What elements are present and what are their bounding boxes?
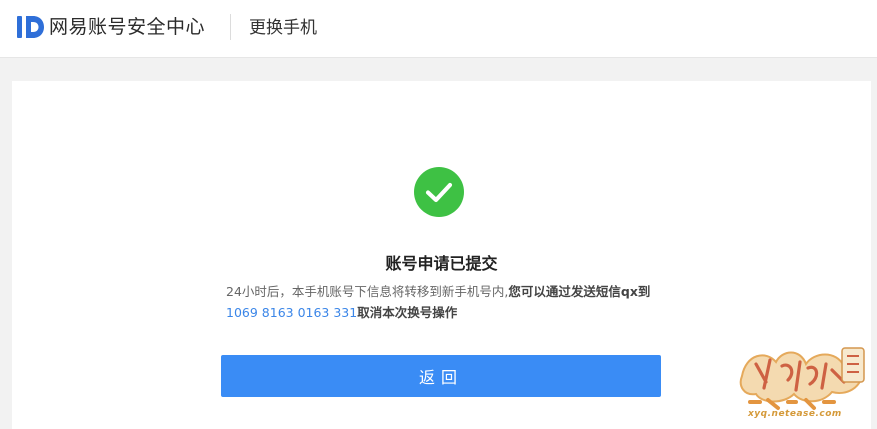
desc-sms-instruction: 您可以通过发送短信qx到 [508, 284, 651, 299]
brand-title[interactable]: 网易账号安全中心 [49, 15, 205, 39]
desc-text: 24小时后，本手机账号下信息将转移到新手机号内, [226, 284, 509, 299]
watermark-url: xyq.netease.com [748, 409, 842, 419]
success-check-icon [414, 167, 464, 217]
back-button[interactable]: 返回 [221, 355, 661, 397]
desc-cancel-text: 取消本次换号操作 [357, 305, 458, 320]
top-header: 网易账号安全中心 更换手机 [0, 0, 877, 58]
header-divider [230, 14, 231, 40]
sms-phone-number: 1069 8163 0163 331 [226, 305, 358, 320]
result-title: 账号申请已提交 [385, 254, 498, 273]
netease-id-logo-icon [17, 16, 44, 38]
result-description: 24小时后，本手机账号下信息将转移到新手机号内,您可以通过发送短信qx到 1069… [226, 281, 672, 323]
page-title: 更换手机 [249, 18, 317, 38]
